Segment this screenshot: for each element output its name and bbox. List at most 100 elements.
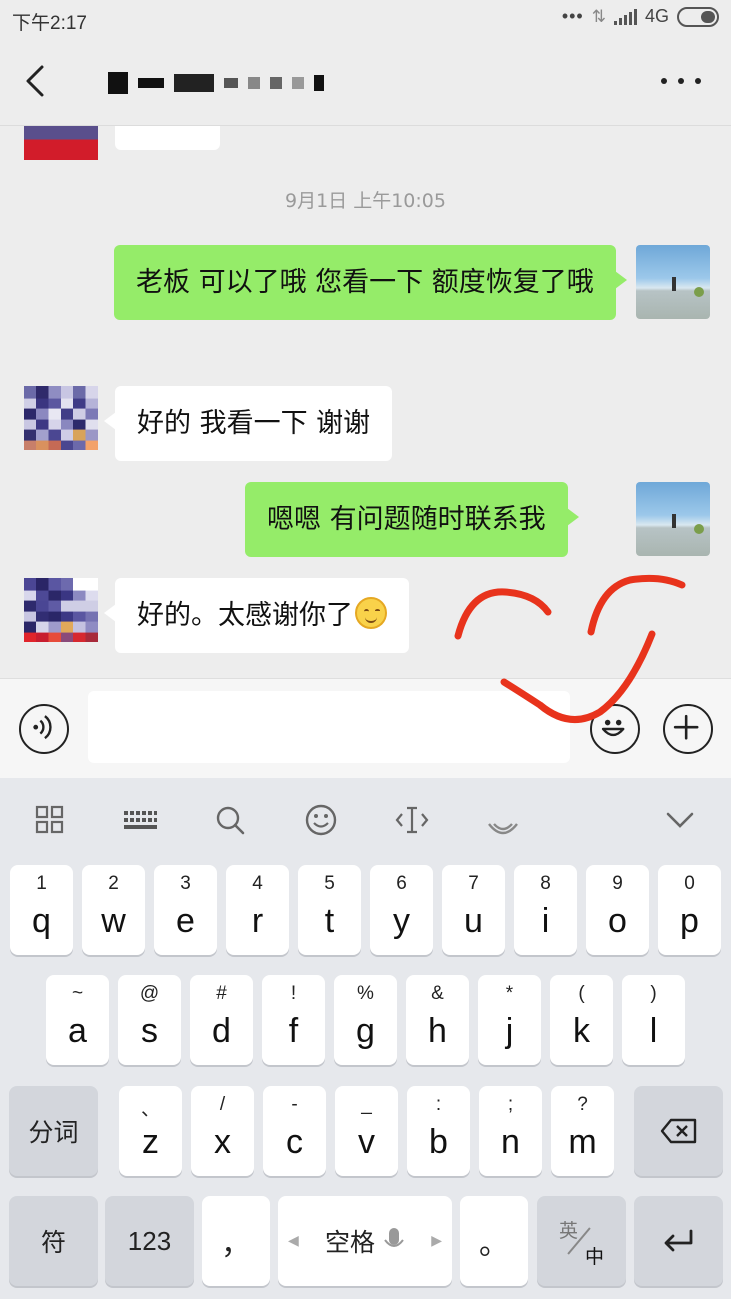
key-b[interactable]: :b: [407, 1086, 470, 1176]
key-secondary-label: &: [431, 983, 444, 1004]
key-secondary-label: ~: [71, 983, 84, 1004]
key-k[interactable]: (k: [550, 975, 613, 1065]
key-primary-label: o: [608, 901, 627, 940]
key-y[interactable]: 6y: [370, 865, 433, 955]
key-primary-label: z: [142, 1122, 159, 1161]
comma-key-label: ，: [221, 1227, 251, 1262]
key-secondary-label: 9: [612, 873, 623, 894]
key-primary-label: d: [212, 1011, 231, 1050]
left-arrow-icon: ◀: [288, 1233, 299, 1249]
microphone-icon: [384, 1228, 404, 1247]
key-v[interactable]: _ v: [335, 1086, 398, 1176]
key-w[interactable]: 2w: [82, 865, 145, 955]
key-z[interactable]: 、 z: [119, 1086, 182, 1176]
key-q[interactable]: 1q: [10, 865, 73, 955]
key-f[interactable]: ! f: [262, 975, 325, 1065]
key-s[interactable]: @ s: [118, 975, 181, 1065]
key-primary-label: p: [680, 901, 699, 940]
symbols-key-label: 符: [40, 1228, 66, 1257]
key-a[interactable]: ~ a: [46, 975, 109, 1065]
emoji-picker-icon[interactable]: [590, 704, 640, 754]
segment-key[interactable]: 分词: [9, 1086, 98, 1176]
key-d[interactable]: # d: [190, 975, 253, 1065]
key-primary-label: w: [101, 901, 126, 940]
received-message-bubble[interactable]: 好的。太感谢你了: [104, 578, 409, 653]
collapse-keyboard-icon[interactable]: [660, 800, 700, 840]
received-message-bubble[interactable]: 好的 我看一下 谢谢: [103, 386, 393, 461]
grid-menu-icon[interactable]: [30, 800, 70, 840]
more-options-icon[interactable]: [661, 66, 701, 96]
numbers-key[interactable]: 123: [105, 1196, 194, 1286]
key-secondary-label: ): [650, 983, 657, 1004]
right-arrow-icon: ▶: [431, 1233, 442, 1249]
chat-message-list[interactable]: 9月1日 上午10:05 老板 可以了哦 您看一下 额度恢复了哦 好的 我看一下…: [0, 126, 731, 678]
battery-icon: [677, 6, 719, 27]
key-n[interactable]: ; n: [479, 1086, 542, 1176]
key-j[interactable]: * j: [478, 975, 541, 1065]
key-secondary-label: 0: [684, 873, 695, 894]
cursor-edit-icon[interactable]: [392, 800, 432, 840]
space-key[interactable]: ◀ 空格 ▶: [278, 1196, 452, 1286]
key-u[interactable]: 7u: [442, 865, 505, 955]
keyboard-layout-icon[interactable]: [120, 800, 160, 840]
signal-icon: [613, 8, 637, 25]
more-actions-plus-icon[interactable]: [663, 704, 713, 754]
key-secondary-label: -: [291, 1094, 298, 1115]
voice-input-icon[interactable]: [19, 704, 69, 754]
backspace-key[interactable]: [634, 1086, 723, 1176]
key-primary-label: e: [176, 901, 195, 940]
key-secondary-label: 1: [36, 873, 47, 894]
sent-message-bubble[interactable]: 嗯嗯 有问题随时联系我: [245, 482, 579, 557]
lang-english-label: 英: [559, 1220, 579, 1242]
key-primary-label: h: [428, 1011, 447, 1050]
key-o[interactable]: 9o: [586, 865, 649, 955]
key-r[interactable]: 4r: [226, 865, 289, 955]
search-icon[interactable]: [210, 800, 250, 840]
segment-key-label: 分词: [28, 1118, 79, 1147]
contact-avatar[interactable]: [24, 578, 98, 652]
message-input[interactable]: [88, 691, 570, 763]
key-secondary-label: 8: [540, 873, 551, 894]
status-time: 下午2:17: [12, 13, 87, 34]
key-l[interactable]: ) l: [622, 975, 685, 1065]
backspace-icon: [660, 1118, 696, 1144]
key-secondary-label: 4: [252, 873, 263, 894]
symbols-key[interactable]: 符: [9, 1196, 98, 1286]
chat-title-bar: [0, 40, 731, 126]
key-primary-label: q: [32, 901, 51, 940]
more-dots-icon: •••: [561, 6, 584, 26]
key-secondary-label: 5: [324, 873, 335, 894]
smiling-emoji-icon: [355, 597, 387, 629]
contact-avatar-partial[interactable]: [24, 126, 98, 160]
emoji-keyboard-icon[interactable]: [301, 800, 341, 840]
key-e[interactable]: 3e: [154, 865, 217, 955]
key-m[interactable]: ? m: [551, 1086, 614, 1176]
comma-key[interactable]: ，: [202, 1196, 270, 1286]
key-h[interactable]: & h: [406, 975, 469, 1065]
my-avatar[interactable]: [636, 245, 710, 319]
key-c[interactable]: -c: [263, 1086, 326, 1176]
key-secondary-label: %: [357, 983, 374, 1004]
key-g[interactable]: % g: [334, 975, 397, 1065]
data-transfer-icon: ⇅: [591, 6, 606, 26]
back-arrow-icon[interactable]: [20, 64, 54, 98]
key-primary-label: g: [356, 1011, 375, 1050]
enter-key[interactable]: [634, 1196, 723, 1286]
message-text: 嗯嗯 有问题随时联系我: [267, 504, 546, 535]
my-avatar[interactable]: [636, 482, 710, 556]
key-secondary-label: #: [216, 983, 227, 1004]
key-secondary-label: ?: [577, 1094, 588, 1115]
sent-message-bubble[interactable]: 老板 可以了哦 您看一下 额度恢复了哦: [114, 245, 627, 320]
language-switch-key[interactable]: 英 中: [537, 1196, 626, 1286]
key-p[interactable]: 0p: [658, 865, 721, 955]
period-key[interactable]: 。: [460, 1196, 528, 1286]
key-i[interactable]: 8i: [514, 865, 577, 955]
key-x[interactable]: / x: [191, 1086, 254, 1176]
key-t[interactable]: 5t: [298, 865, 361, 955]
key-primary-label: x: [214, 1122, 231, 1161]
key-secondary-label: ;: [507, 1094, 514, 1115]
key-secondary-label: /: [219, 1094, 226, 1115]
handwriting-icon[interactable]: [483, 800, 523, 840]
contact-avatar[interactable]: [24, 386, 98, 460]
key-primary-label: v: [358, 1122, 375, 1161]
